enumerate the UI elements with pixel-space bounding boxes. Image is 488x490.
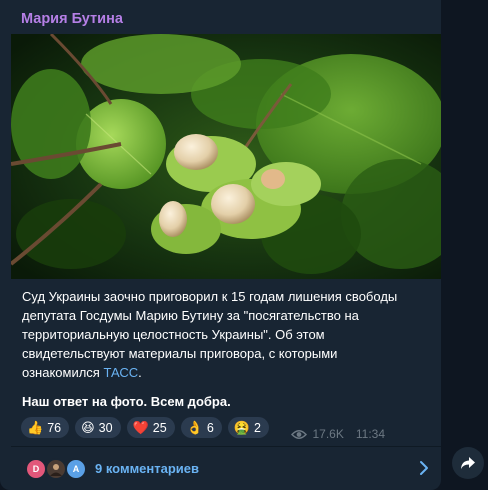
post-time: 11:34 xyxy=(355,427,385,441)
post-meta: 17.6K 11:34 xyxy=(290,427,385,441)
post-text-line: Суд Украины заочно приговорил к 15 годам… xyxy=(22,289,398,304)
comments-count-label: 9 комментариев xyxy=(95,461,200,476)
share-arrow-icon xyxy=(461,457,475,469)
view-count: 17.6K xyxy=(312,427,344,441)
reaction-heart[interactable]: ❤️ 25 xyxy=(126,417,175,438)
reaction-ok-hand[interactable]: 👌 6 xyxy=(180,417,222,438)
avatar xyxy=(45,457,67,480)
reaction-count: 6 xyxy=(206,420,214,435)
post-text: Суд Украины заочно приговорил к 15 годам… xyxy=(22,287,432,382)
post-text-fragment: ознакомился xyxy=(22,365,104,380)
post-text-line: свидетельствуют материалы приговора, с к… xyxy=(22,346,338,361)
avatar: D xyxy=(25,457,47,480)
user-photo-icon xyxy=(50,463,62,476)
ok-hand-icon: 👌 xyxy=(186,420,203,435)
heart-icon: ❤️ xyxy=(132,420,149,435)
thumbs-up-icon: 👍 xyxy=(27,420,44,435)
post-text-fragment: . xyxy=(138,365,142,380)
message-bubble: Мария Бутина Суд Украины заочно приговор… xyxy=(0,0,441,490)
post-text-line: территориальную целостность Украины". Об… xyxy=(22,327,325,342)
post-text-line: депутата Госдумы Марию Бутину за "посяга… xyxy=(22,308,359,323)
chevron-right-icon xyxy=(420,461,428,475)
share-button[interactable] xyxy=(452,447,484,479)
reactions-bar: 👍 76 😆 30 ❤️ 25 👌 6 🤮 2 xyxy=(21,417,269,438)
laughing-face-icon: 😆 xyxy=(81,420,95,435)
comments-button[interactable]: D A 9 комментариев xyxy=(11,447,441,490)
hazelnut-photo-illustration xyxy=(11,34,441,279)
vomiting-face-icon: 🤮 xyxy=(233,420,250,435)
post-bold-text: Наш ответ на фото. Всем добра. xyxy=(22,394,231,409)
commenter-avatars: D A xyxy=(25,457,87,480)
tass-link[interactable]: ТАСС xyxy=(103,365,138,380)
reaction-count: 25 xyxy=(152,420,167,435)
reaction-vomiting[interactable]: 🤮 2 xyxy=(227,417,269,438)
eye-icon xyxy=(290,429,307,439)
post-photo[interactable] xyxy=(11,34,441,279)
channel-author-name[interactable]: Мария Бутина xyxy=(21,11,123,27)
avatar: A xyxy=(65,457,87,480)
reaction-count: 30 xyxy=(98,420,113,435)
reaction-count: 76 xyxy=(47,420,62,435)
reaction-laughing[interactable]: 😆 30 xyxy=(75,417,121,438)
reaction-count: 2 xyxy=(253,420,261,435)
post-text-line: ознакомился ТАСС. xyxy=(22,363,432,382)
reaction-thumbs-up[interactable]: 👍 76 xyxy=(21,417,70,438)
